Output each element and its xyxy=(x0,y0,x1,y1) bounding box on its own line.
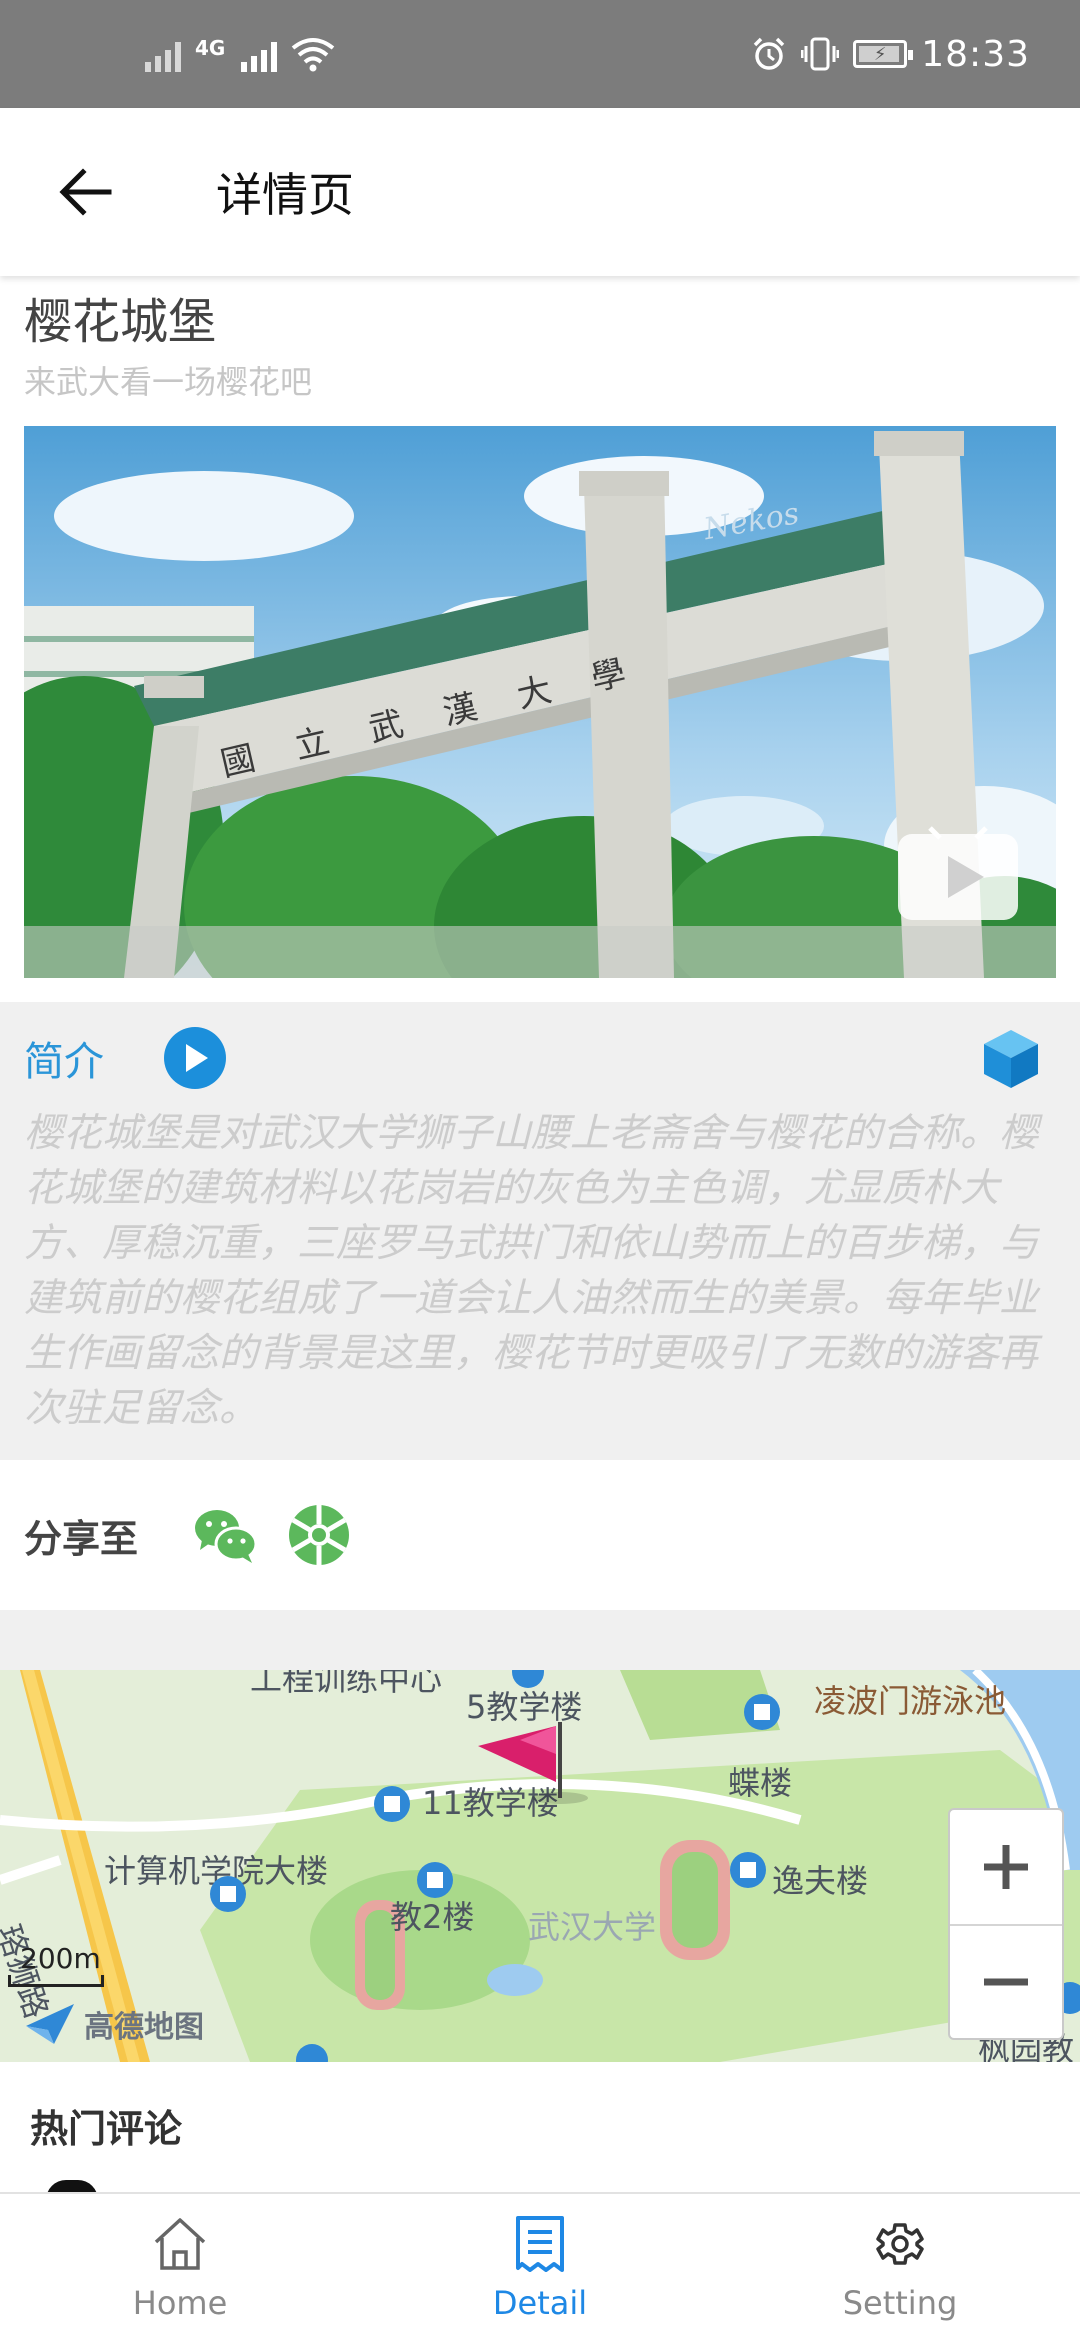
minus-icon xyxy=(984,1978,1028,1986)
section-gap xyxy=(0,1610,1080,1670)
ar-cube-button[interactable] xyxy=(976,1024,1046,1094)
sim2-signal-icon xyxy=(241,36,278,72)
map-scale-label: 200m xyxy=(20,1942,101,1975)
comments-section: 热门评论 xyxy=(0,2062,1080,2200)
wifi-icon xyxy=(292,38,335,72)
cube-icon xyxy=(984,1030,1038,1088)
zoom-out-button[interactable] xyxy=(950,1924,1062,2038)
intro-header: 简介 xyxy=(24,1022,226,1094)
home-icon xyxy=(154,2218,206,2270)
page-title: 详情页 xyxy=(216,168,354,222)
back-button[interactable] xyxy=(0,108,170,276)
alarm-icon xyxy=(754,37,785,70)
zoom-in-button[interactable] xyxy=(950,1810,1062,1924)
moments-icon[interactable] xyxy=(284,1500,354,1570)
nav-home-label: Home xyxy=(132,2284,228,2322)
comments-title: 热门评论 xyxy=(30,2107,183,2151)
play-button[interactable] xyxy=(164,1027,226,1089)
wechat-icon[interactable] xyxy=(190,1500,260,1570)
place-subtitle: 来武大看一场樱花吧 xyxy=(24,363,313,401)
share-row: 分享至 xyxy=(0,1460,1080,1610)
share-label: 分享至 xyxy=(24,1516,139,1561)
intro-panel: 简介 樱花城堡是对武汉大学狮子山腰上老斋舍与樱花的合称。樱花城堡的建筑材料以花岗… xyxy=(0,1002,1080,1460)
network-type: 4G xyxy=(195,36,226,60)
status-left: 4G xyxy=(145,36,335,72)
play-icon xyxy=(186,1044,208,1072)
nav-detail[interactable]: Detail xyxy=(360,2194,720,2340)
map-scale: 200m xyxy=(8,1942,108,1987)
gate-illustration: 國立武漢大學 Nekos xyxy=(24,426,1056,978)
nav-detail-label: Detail xyxy=(492,2284,588,2322)
hero-image[interactable]: 國立武漢大學 Nekos xyxy=(24,426,1056,978)
place-title: 樱花城堡 xyxy=(24,294,217,350)
video-tv-icon[interactable] xyxy=(898,826,1018,920)
intro-text: 樱花城堡是对武汉大学狮子山腰上老斋舍与樱花的合称。樱花城堡的建筑材料以花岗岩的灰… xyxy=(24,1111,1039,1431)
status-right: ⚡ 18:33 xyxy=(751,34,1030,75)
nav-setting-label: Setting xyxy=(842,2284,958,2322)
vibrate-icon xyxy=(801,37,840,71)
status-time: 18:33 xyxy=(921,33,1030,75)
intro-label: 简介 xyxy=(24,1039,104,1085)
location-flag-icon xyxy=(478,1722,588,1804)
amap-logo: 高德地图 xyxy=(24,2002,204,2046)
map-view[interactable]: 工程训练中心 5教学楼 凌波门游泳池 蝶楼 11教学楼 珞狮路 计算机学院大楼 … xyxy=(0,1670,1080,2062)
plus-icon xyxy=(984,1845,1028,1889)
map-zoom-controls xyxy=(948,1808,1064,2040)
nav-setting[interactable]: Setting xyxy=(720,2194,1080,2340)
sim1-signal-icon xyxy=(145,36,181,72)
gear-icon xyxy=(876,2223,924,2265)
detail-icon xyxy=(516,2216,564,2272)
bottom-nav: Home Detail Setting xyxy=(0,2192,1080,2340)
arrow-left-icon xyxy=(59,168,112,216)
status-bar: 4G ⚡ 18:33 xyxy=(0,0,1080,108)
amap-logo-icon xyxy=(26,2004,74,2044)
amap-logo-text: 高德地图 xyxy=(84,2010,204,2045)
app-bar: 详情页 xyxy=(0,108,1080,276)
place-header: 樱花城堡 来武大看一场樱花吧 xyxy=(24,290,1064,408)
battery-icon: ⚡ xyxy=(853,40,914,68)
nav-home[interactable]: Home xyxy=(0,2194,360,2340)
